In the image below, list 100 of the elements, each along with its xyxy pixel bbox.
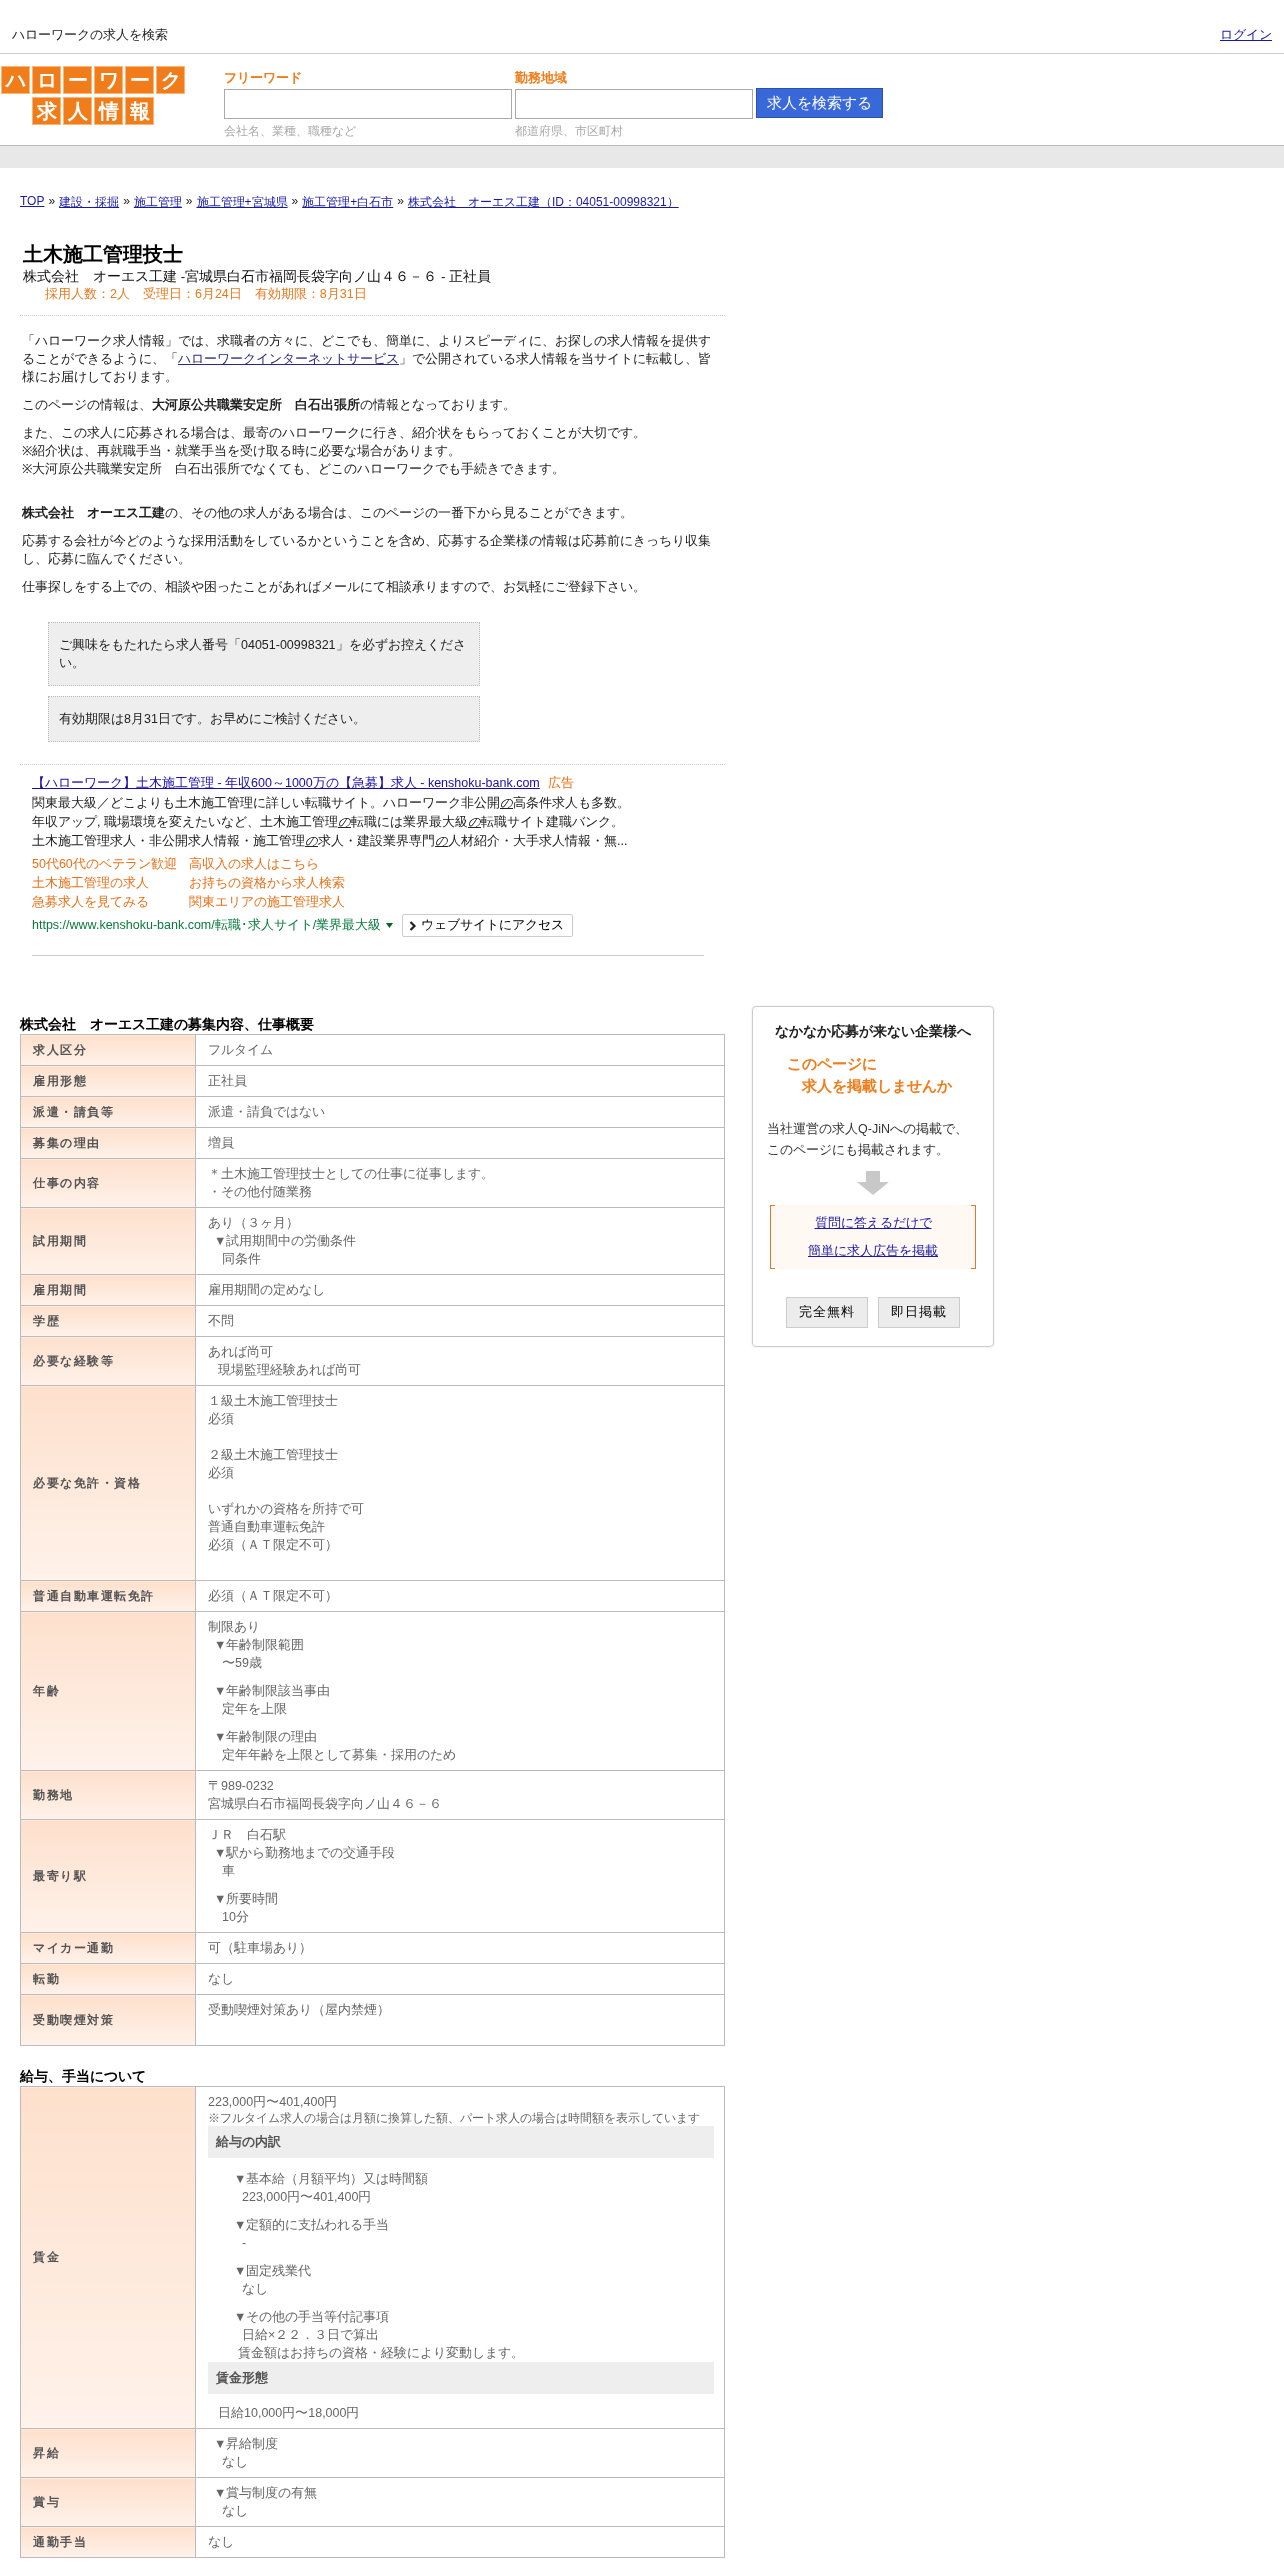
notice-box: 有効期限は8月31日です。お早めにご検討ください。 [48,696,480,742]
section-title: 給与、手当について [20,2068,147,2086]
item-heading: ▼試用期間中の労働条件 [213,1233,358,1250]
intro-paragraph: また、この求人に応募される場合は、最寄のハローワークに行き、紹介状をもらっておくことが大切です。 ※紹介状は、再就職手当・就業手当を受け取る時に必要な場合があります。 ※大河原公共職業安定所 白石出張所でなくても、どこのハローワークでも手続きできます。 [22,425,647,478]
dropdown-icon[interactable] [386,923,394,928]
item-heading: ▼駅から勤務地までの交通手段 [213,1845,397,1862]
field-hint: 都道府県、市区町村 [515,123,624,140]
breadcrumb-link[interactable]: 施工管理+白石市 [302,194,394,211]
cell-text: 不問 [208,1313,235,1330]
row-label: 年齢 [20,1611,196,1771]
item-value: なし [221,2454,249,2471]
item-value: 10分 [221,1909,250,1926]
ad-description: 関東最大級／どこよりも土木施工管理に詳しい転職サイト。ハローワーク非公開の高条件求人も多数。 年収アップ, 職場環境を変えたいなど、土木施工管理の転職には業界最大級の転職サイト建職バンク。 土木施工管理求人・非公開求人情報・施工管理の求人・建設業界専門の人材紹介・大手求人情報・無... [32,795,631,850]
cell-text: 増員 [208,1135,235,1152]
field-label: 勤務地域 [515,69,568,87]
cell-text: 必須（ＡＴ限定不可） [208,1588,339,1605]
cell-text: 派遣・請負ではない [208,1104,326,1121]
ad-url: https://www.kenshoku-bank.com/転職･求人サイト/業界最大級 [32,917,382,934]
cell-text: 可（駐車場あり） [208,1940,313,1957]
row-label: 昇給 [20,2428,196,2478]
field-label: フリーワード [224,69,303,87]
page-heading: ハローワークの求人を検索 [12,25,168,44]
row-label: マイカー通勤 [20,1932,196,1964]
promo-heading: なかなか応募が来ない企業様へ [775,1023,971,1041]
cell-text: あり（３ヶ月） [208,1215,300,1232]
job-meta: 採用人数：2人 受理日：6月24日 有効期限：8月31日 [44,286,368,303]
cell-text: いずれかの資格を所持で可 普通自動車運転免許 必須（ＡＴ限定不可） [208,1501,365,1554]
breadcrumb-separator: » [397,194,404,210]
search-field[interactable] [224,89,512,119]
ad-label: 広告 [547,775,574,792]
service-link[interactable]: ハローワークインターネットサービス [178,352,399,366]
row-label: 派遣・請負等 [20,1096,196,1128]
promo-button[interactable]: 即日掲載 [878,1297,960,1328]
item-heading: ▼所要時間 [213,1891,280,1908]
visit-website-button[interactable]: ウェブサイトにアクセス [402,914,574,937]
breadcrumb-separator: » [185,194,193,210]
intro-paragraph: 仕事探しをする上での、相談や困ったことがあればメールにて相談承りますので、お気軽にご登録下さい。 [22,579,647,596]
job-title: 土木施工管理技士 [23,242,184,267]
row-label: 最寄り駅 [20,1819,196,1933]
cell-text: 〒989-0232 宮城県白石市福岡長袋字向ノ山４６－６ [208,1778,443,1813]
field-hint: 会社名、業種、職種など [224,123,357,140]
item-value: なし [241,2281,269,2298]
subsection-header: 賃金形態 [208,2362,714,2394]
row-label: 賃金 [20,2086,196,2429]
promo-button[interactable]: 完全無料 [786,1297,868,1328]
row-label: 試用期間 [20,1207,196,1275]
item-heading: ▼固定残業代 [233,2263,313,2280]
cell-text: １級土木施工管理技士 必須 [208,1393,339,1428]
intro-paragraph: このページの情報は、大河原公共職業安定所 白石出張所の情報となっております。 [22,396,517,414]
item-value: 定年年齢を上限として募集・採用のため [221,1747,457,1764]
cell-text: あれば尚可 [208,1344,274,1361]
row-label: 受動喫煙対策 [20,1994,196,2046]
item-heading: ▼基本給（月額平均）又は時間額 [233,2171,430,2188]
item-value: なし [221,2503,249,2520]
job-subtitle: 株式会社 オーエス工建 -宮城県白石市福岡長袋字向ノ山４６－６ - 正社員 [23,268,493,286]
down-arrow-icon [855,1171,891,1195]
chevron-icon [409,920,418,931]
breadcrumb-separator: » [123,194,130,210]
promo-link[interactable]: 簡単に求人広告を掲載 [808,1241,938,1261]
breadcrumb-link[interactable]: 施工管理 [133,194,182,211]
cell-text: 賃金額はお持ちの資格・経験により変動します。 [237,2345,525,2362]
row-label: 学歴 [20,1305,196,1337]
search-button[interactable]: 求人を検索する [756,88,883,118]
intro-paragraph: 「ハローワーク求人情報」では、求職者の方々に、どこでも、簡単に、よりスピーディに、お探しの求人情報を提供することができるように、「ハローワークインターネットサービス」で公開されている求人情報を当サイトに転載し、皆様にお届けしております。 [22,333,712,386]
cell-text: なし [208,2534,235,2551]
row-label: 転勤 [20,1963,196,1995]
cell-text: 223,000円〜401,400円 [208,2094,339,2111]
item-heading: ▼その他の手当等付記事項 [233,2309,391,2326]
breadcrumb-link[interactable]: 施工管理+宮城県 [196,194,288,211]
breadcrumb-separator: » [291,194,299,210]
subsection-header: 給与の内訳 [208,2126,714,2158]
item-value: 日給×２２．３日で算出 [241,2327,381,2344]
login-link[interactable]: ログイン [1220,25,1272,44]
cell-text: なし [208,1971,235,1988]
item-value: 同条件 [221,1251,262,1268]
search-field[interactable] [515,89,753,119]
breadcrumb-link[interactable]: TOP [20,194,45,211]
cell-text: 受動喫煙対策あり（屋内禁煙） [208,2002,391,2019]
row-label: 募集の理由 [20,1127,196,1159]
cell-text: ＪＲ 白石駅 [208,1827,287,1844]
item-heading: ▼賞与制度の有無 [213,2485,319,2502]
breadcrumb-separator: » [48,194,56,210]
item-heading: ▼年齢制限範囲 [213,1637,306,1654]
item-heading: ▼定額的に支払われる手当 [233,2217,391,2234]
breadcrumb-link[interactable]: 株式会社 オーエス工建（ID：04051-00998321） [407,194,679,211]
promo-link[interactable]: 質問に答えるだけで [814,1213,932,1233]
promo-text: 当社運営の求人Q-JiNへの掲載で、このページにも掲載されます。 [767,1121,969,1159]
row-label: 仕事の内容 [20,1158,196,1208]
intro-paragraph: 応募する会社が今どのような採用活動をしているかということを含め、応募する企業様の情報は応募前にきっちり収集し、応募に臨んでください。 [22,533,712,568]
item-value: 定年を上限 [221,1701,288,1718]
row-label: 求人区分 [20,1034,196,1066]
row-label: 必要な経験等 [20,1336,196,1386]
row-label: 必要な免許・資格 [20,1385,196,1581]
item-heading: ▼年齢制限の理由 [213,1729,319,1746]
cell-text: 雇用期間の定めなし [208,1282,326,1299]
row-label: 雇用形態 [20,1065,196,1097]
cell-text: フルタイム [208,1042,274,1059]
breadcrumb-link[interactable]: 建設・採掘 [59,194,120,211]
ad-title-link[interactable]: 【ハローワーク】土木施工管理 - 年収600～1000万の【急募】求人 - kenshoku-bank.com [32,775,540,792]
row-label: 勤務地 [20,1770,196,1820]
